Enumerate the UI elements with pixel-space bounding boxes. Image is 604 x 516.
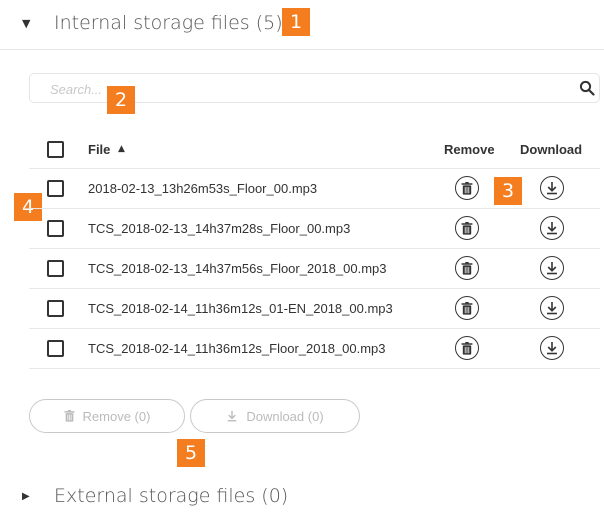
bulk-remove-label: Remove (0) [82, 408, 151, 424]
collapse-caret-icon[interactable]: ▼ [22, 17, 30, 30]
internal-storage-title: Internal storage files (5) [54, 12, 283, 34]
download-icon [547, 182, 557, 195]
download-icon [547, 302, 557, 315]
trash-icon [63, 410, 75, 422]
row-divider [29, 368, 600, 369]
column-header-file[interactable]: File [88, 142, 110, 157]
download-icon [228, 410, 237, 422]
row-divider [29, 168, 600, 169]
annotation-badge-4: 4 [14, 193, 42, 221]
download-file-button[interactable] [540, 216, 564, 240]
file-name: TCS_2018-02-14_11h36m12s_01-EN_2018_00.m… [88, 301, 393, 316]
remove-file-button[interactable] [455, 336, 479, 360]
file-name: TCS_2018-02-13_14h37m28s_Floor_00.mp3 [88, 221, 351, 236]
row-divider [29, 208, 600, 209]
trash-icon [461, 221, 473, 235]
remove-file-button[interactable] [455, 256, 479, 280]
download-file-button[interactable] [540, 176, 564, 200]
column-header-download: Download [520, 142, 583, 157]
section-divider [0, 49, 604, 50]
row-checkbox[interactable] [47, 180, 64, 197]
annotation-badge-5: 5 [177, 439, 205, 467]
remove-file-button[interactable] [455, 216, 479, 240]
row-checkbox[interactable] [47, 300, 64, 317]
select-all-checkbox[interactable] [47, 141, 64, 158]
file-name: TCS_2018-02-14_11h36m12s_Floor_2018_00.m… [88, 341, 386, 356]
row-checkbox[interactable] [47, 220, 64, 237]
sort-ascending-icon[interactable]: ▲ [118, 144, 125, 154]
external-storage-title: External storage files (0) [54, 485, 289, 507]
expand-caret-icon[interactable]: ▶ [22, 491, 30, 502]
row-divider [29, 328, 600, 329]
trash-icon [461, 261, 473, 275]
bulk-remove-button[interactable]: Remove (0) [29, 399, 185, 433]
bulk-download-label: Download (0) [246, 408, 324, 424]
annotation-badge-2: 2 [107, 86, 135, 114]
external-storage-header[interactable]: ▶ External storage files (0) [0, 476, 604, 516]
row-divider [29, 248, 600, 249]
download-icon [547, 262, 557, 275]
remove-file-button[interactable] [455, 176, 479, 200]
download-icon [547, 342, 557, 355]
annotation-badge-3: 3 [494, 177, 522, 205]
download-file-button[interactable] [540, 296, 564, 320]
row-checkbox[interactable] [47, 340, 64, 357]
annotation-badge-1: 1 [282, 8, 310, 36]
download-file-button[interactable] [540, 336, 564, 360]
download-icon [547, 222, 557, 235]
download-file-button[interactable] [540, 256, 564, 280]
trash-icon [461, 341, 473, 355]
trash-icon [461, 181, 473, 195]
remove-file-button[interactable] [455, 296, 479, 320]
row-checkbox[interactable] [47, 260, 64, 277]
column-header-remove: Remove [444, 142, 495, 157]
search-icon[interactable] [579, 80, 595, 96]
bulk-download-button[interactable]: Download (0) [190, 399, 360, 433]
file-name: TCS_2018-02-13_14h37m56s_Floor_2018_00.m… [88, 261, 387, 276]
row-divider [29, 288, 600, 289]
trash-icon [461, 301, 473, 315]
file-name: 2018-02-13_13h26m53s_Floor_00.mp3 [88, 181, 318, 196]
